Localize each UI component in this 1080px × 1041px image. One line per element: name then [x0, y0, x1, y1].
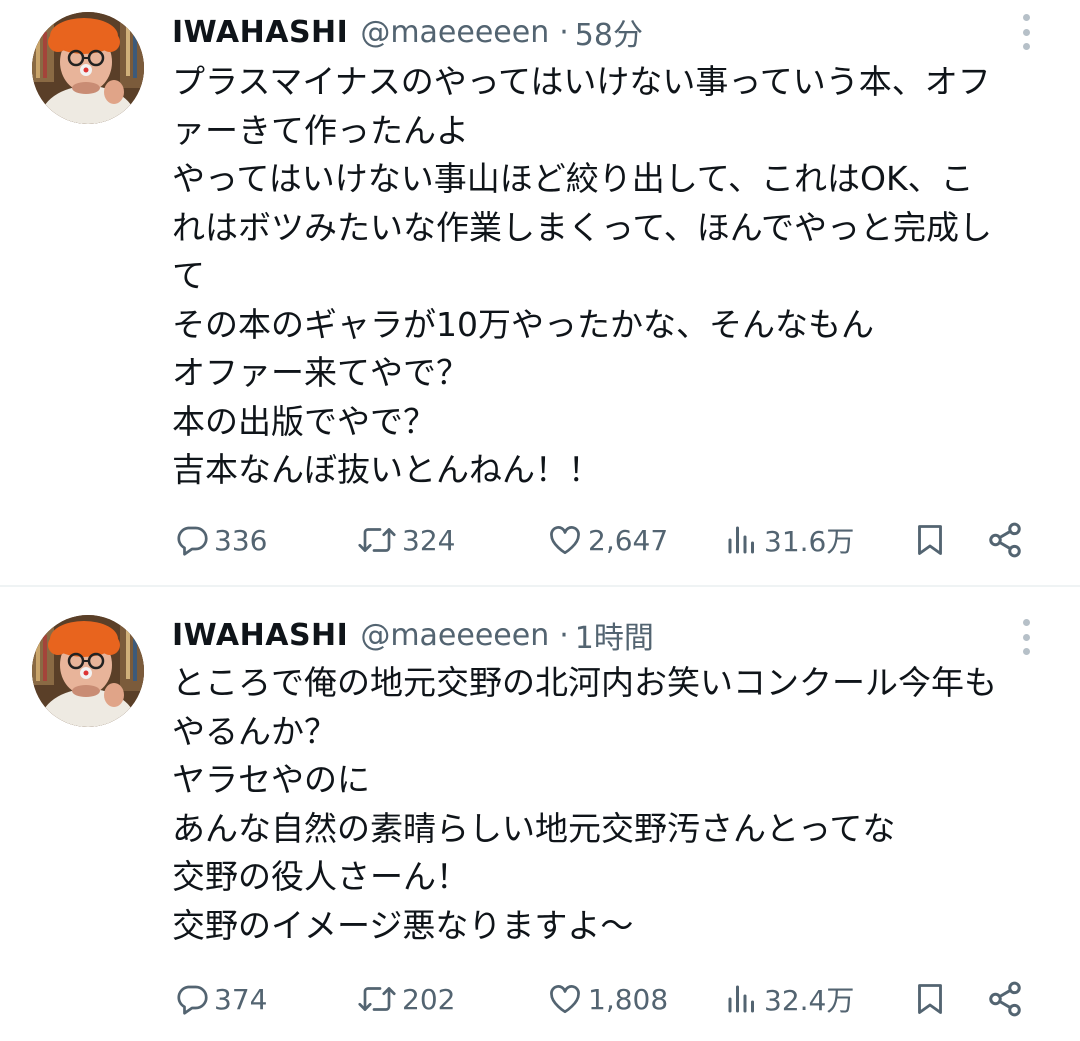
views-button[interactable]: 31.6万 — [724, 516, 854, 564]
bookmark-button[interactable] — [912, 975, 948, 1023]
retweet-button[interactable]: 202 — [356, 975, 455, 1023]
bookmark-icon — [918, 525, 942, 555]
action-bar: 374 202 1,808 32.4万 — [0, 975, 1080, 1023]
heart-icon — [550, 985, 580, 1014]
reply-count: 374 — [214, 982, 268, 1016]
text-line: 交野のイメージ悪なりますよ〜 — [172, 905, 634, 945]
bar-chart-icon — [728, 985, 754, 1013]
text-line: その本のギャラが10万やったかな、そんなもん — [172, 304, 874, 344]
view-count: 31.6万 — [764, 525, 855, 558]
dot — [1022, 633, 1030, 641]
more-options-icon[interactable] — [1014, 14, 1038, 50]
reply-count: 336 — [214, 523, 268, 557]
text-line: プラスマイナスのやってはいけない事っていう本、オフ — [172, 62, 991, 101]
like-count: 1,808 — [588, 982, 669, 1016]
text-line: 本の出版でやで？ — [172, 401, 436, 441]
dot — [1022, 619, 1030, 626]
views-button[interactable]: 32.4万 — [724, 975, 854, 1023]
text-line: ところで俺の地元交野の北河内お笑いコンクール今年も — [172, 663, 997, 702]
view-count: 32.4万 — [764, 984, 855, 1017]
dot — [1022, 43, 1030, 50]
separator-dot: · — [559, 617, 569, 653]
tweet-text: プラスマイナスのやってはいけない事っていう本、オフ ァーきて作ったんよ やっては… — [172, 58, 1052, 495]
text-line: やってはいけない事山ほど絞り出して、これはOK、こ — [172, 159, 974, 198]
action-bar: 336 324 2,647 31.6万 — [0, 516, 1080, 564]
tweet[interactable]: IWAHASHI @maeeeeen · 58分 プラスマイナスのやってはいけな… — [0, 0, 1080, 585]
timestamp[interactable]: 1時間 — [575, 613, 654, 657]
text-line: 交野の役人さーん！ — [172, 857, 469, 896]
text-line: あんな自然の素晴らしい地元交野汚さんとってな — [172, 808, 896, 848]
share-icon — [989, 981, 1021, 1017]
dot — [1022, 28, 1030, 36]
author-name[interactable]: IWAHASHI — [172, 618, 348, 653]
speech-bubble-icon — [177, 526, 208, 556]
tweet-text: ところで俺の地元交野の北河内お笑いコンクール今年も やるんか？ ヤラセやのに あ… — [172, 659, 1052, 950]
timeline: IWAHASHI @maeeeeen · 58分 プラスマイナスのやってはいけな… — [0, 0, 1080, 1041]
text-line: れはボツみたいな作業しまくって、ほんでやっと完成し — [172, 207, 993, 247]
speech-bubble-icon — [177, 985, 208, 1015]
reply-button[interactable]: 336 — [174, 516, 267, 564]
more-options-icon[interactable] — [1014, 619, 1038, 655]
author-name[interactable]: IWAHASHI — [172, 15, 348, 50]
like-button[interactable]: 2,647 — [546, 516, 668, 564]
retweet-button[interactable]: 324 — [356, 516, 455, 564]
bar-chart-icon — [728, 526, 754, 554]
timestamp[interactable]: 58分 — [575, 10, 643, 54]
share-icon — [989, 522, 1021, 558]
reply-button[interactable]: 374 — [174, 975, 267, 1023]
text-line: やるんか？ — [172, 711, 337, 751]
tweet-header: IWAHASHI @maeeeeen · 58分 — [172, 10, 643, 54]
bookmark-button[interactable] — [912, 516, 948, 564]
like-count: 2,647 — [588, 523, 669, 557]
heart-icon — [550, 526, 580, 555]
tweet-header: IWAHASHI @maeeeeen · 1時間 — [172, 613, 654, 657]
tweet[interactable]: IWAHASHI @maeeeeen · 1時間 ところで俺の地元交野の北河内お… — [0, 587, 1080, 1041]
retweet-count: 202 — [402, 982, 456, 1016]
separator-dot: · — [559, 14, 569, 50]
dot — [1022, 14, 1030, 21]
text-line: ァーきて作ったんよ — [172, 110, 469, 150]
dot — [1022, 648, 1030, 655]
retweet-count: 324 — [402, 523, 456, 557]
text-line: 吉本なんぼ抜いとんねん！！ — [172, 450, 601, 489]
like-button[interactable]: 1,808 — [546, 975, 668, 1023]
author-handle[interactable]: @maeeeeen — [360, 15, 549, 50]
text-line: オファー来てやで？ — [172, 353, 469, 392]
avatar[interactable] — [32, 615, 144, 727]
share-button[interactable] — [986, 516, 1024, 564]
share-button[interactable] — [986, 975, 1024, 1023]
retweet-arrows-icon — [358, 987, 396, 1011]
bookmark-icon — [918, 984, 942, 1014]
text-line: て — [172, 256, 205, 295]
text-line: ヤラセやのに — [172, 760, 370, 799]
author-handle[interactable]: @maeeeeen — [360, 618, 549, 653]
avatar[interactable] — [32, 12, 144, 124]
retweet-arrows-icon — [358, 528, 396, 552]
